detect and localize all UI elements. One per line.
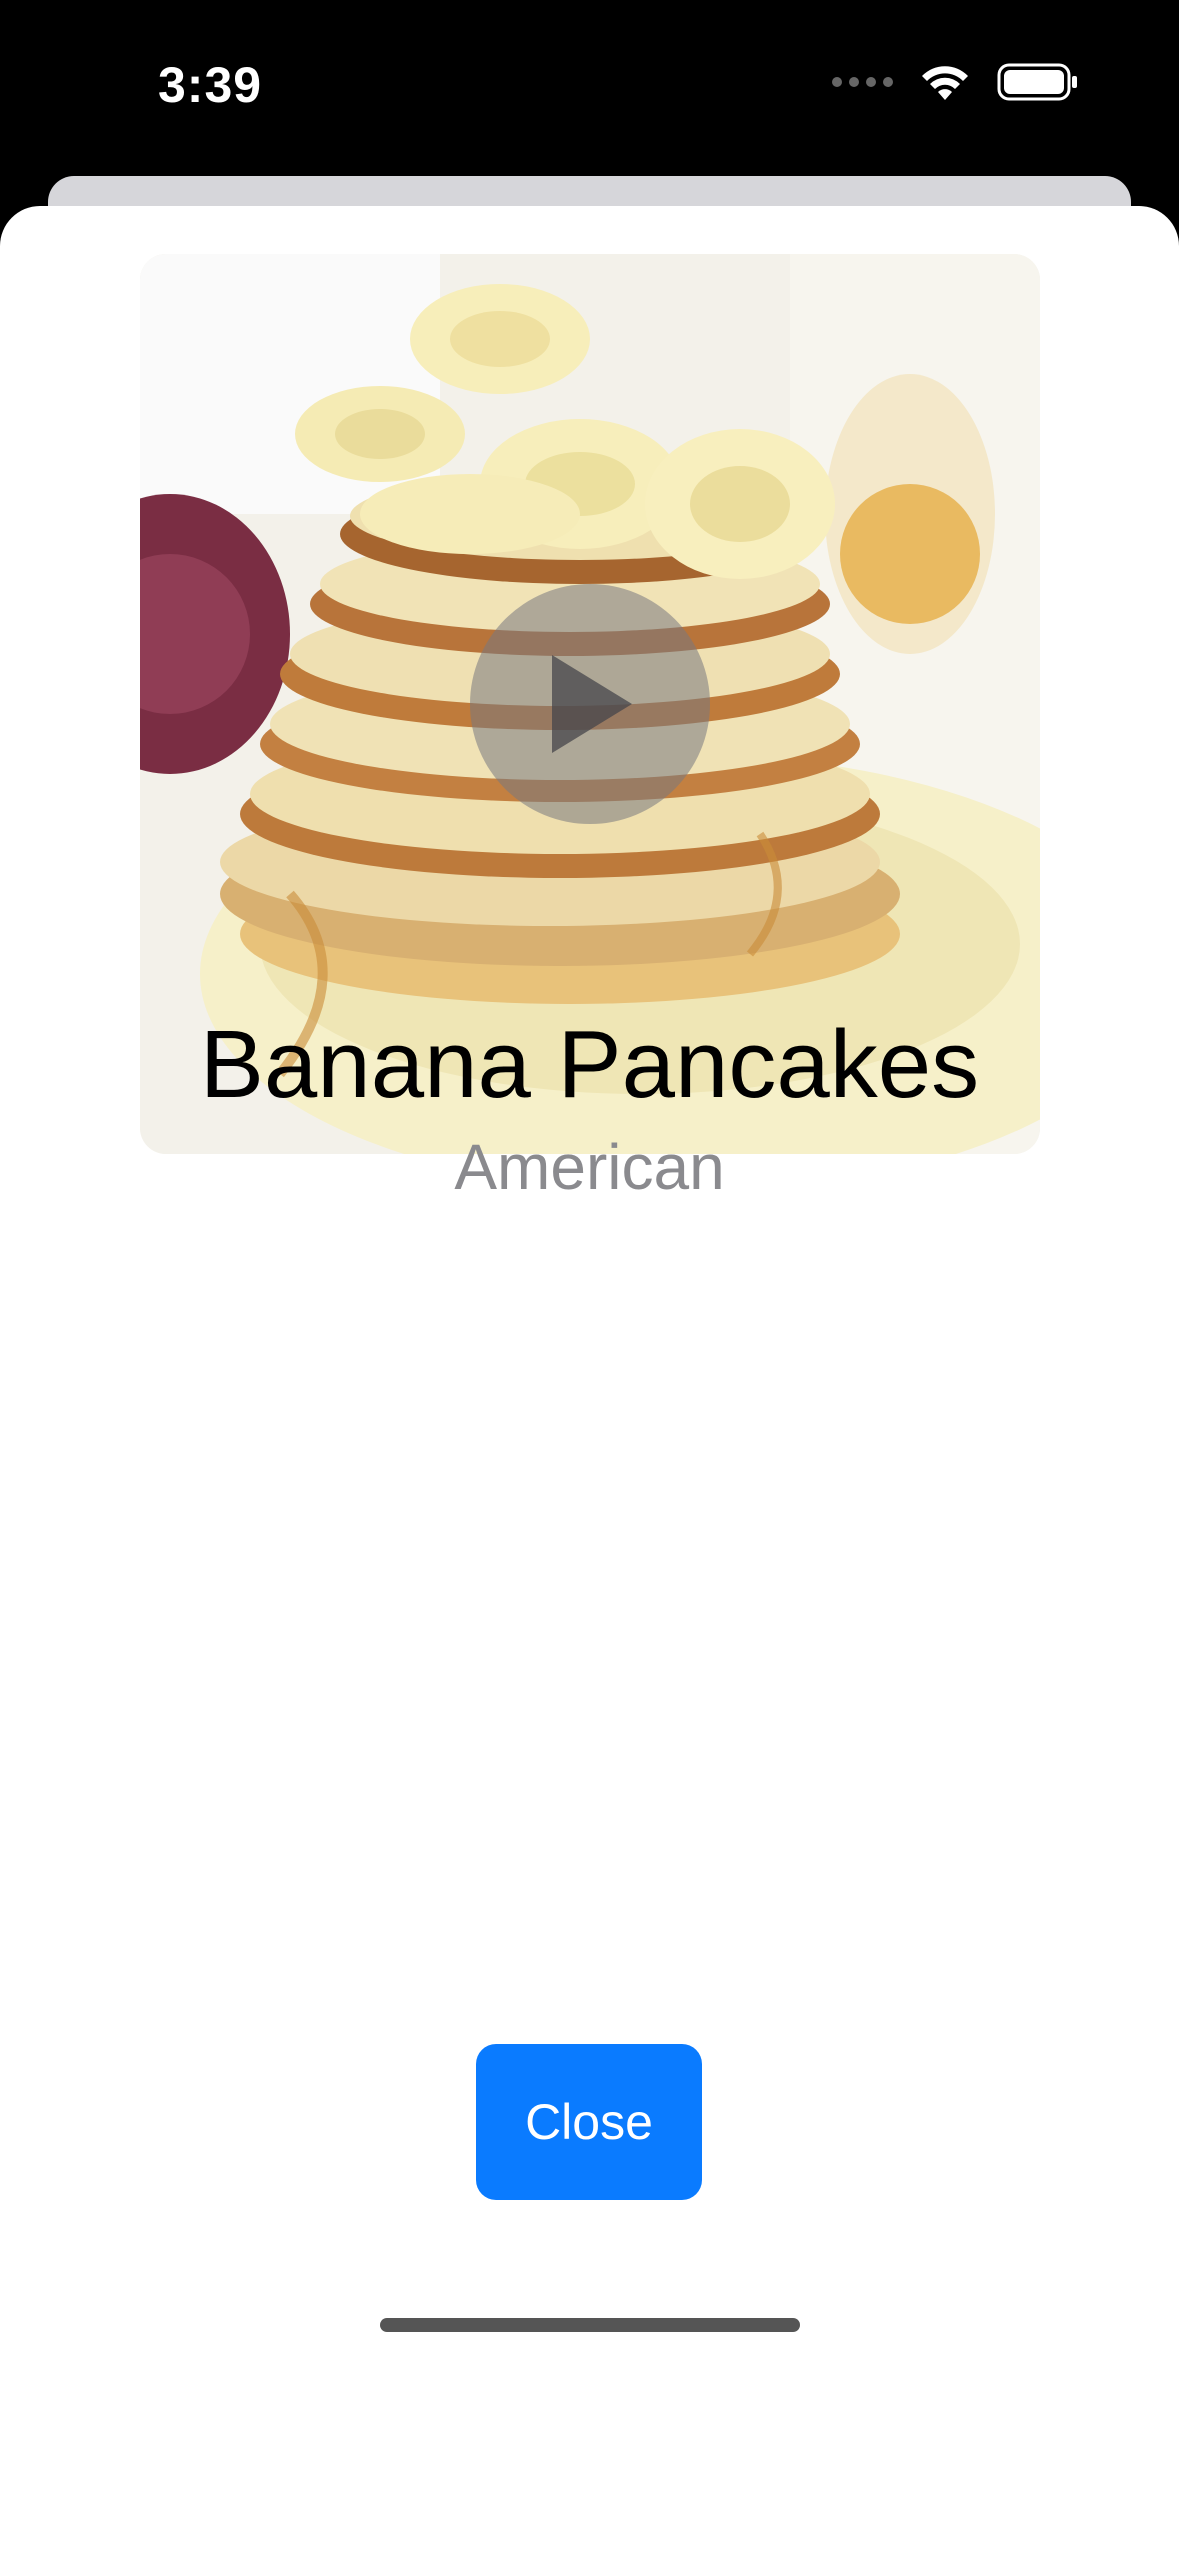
wifi-icon [922,66,968,100]
play-icon [552,655,632,753]
status-time: 3:39 [158,57,263,113]
status-bar: 3:39 [0,0,1179,176]
recipe-cuisine: American [454,1131,725,1203]
close-button[interactable]: Close [476,2044,702,2200]
home-indicator[interactable] [380,2318,800,2332]
recipe-title: Banana Pancakes [199,1011,980,1118]
recipe-detail-sheet [0,206,1179,2556]
battery-icon [997,63,1077,101]
play-button[interactable] [470,584,710,824]
signal-dots-icon [832,77,893,87]
status-icons [832,62,1079,102]
